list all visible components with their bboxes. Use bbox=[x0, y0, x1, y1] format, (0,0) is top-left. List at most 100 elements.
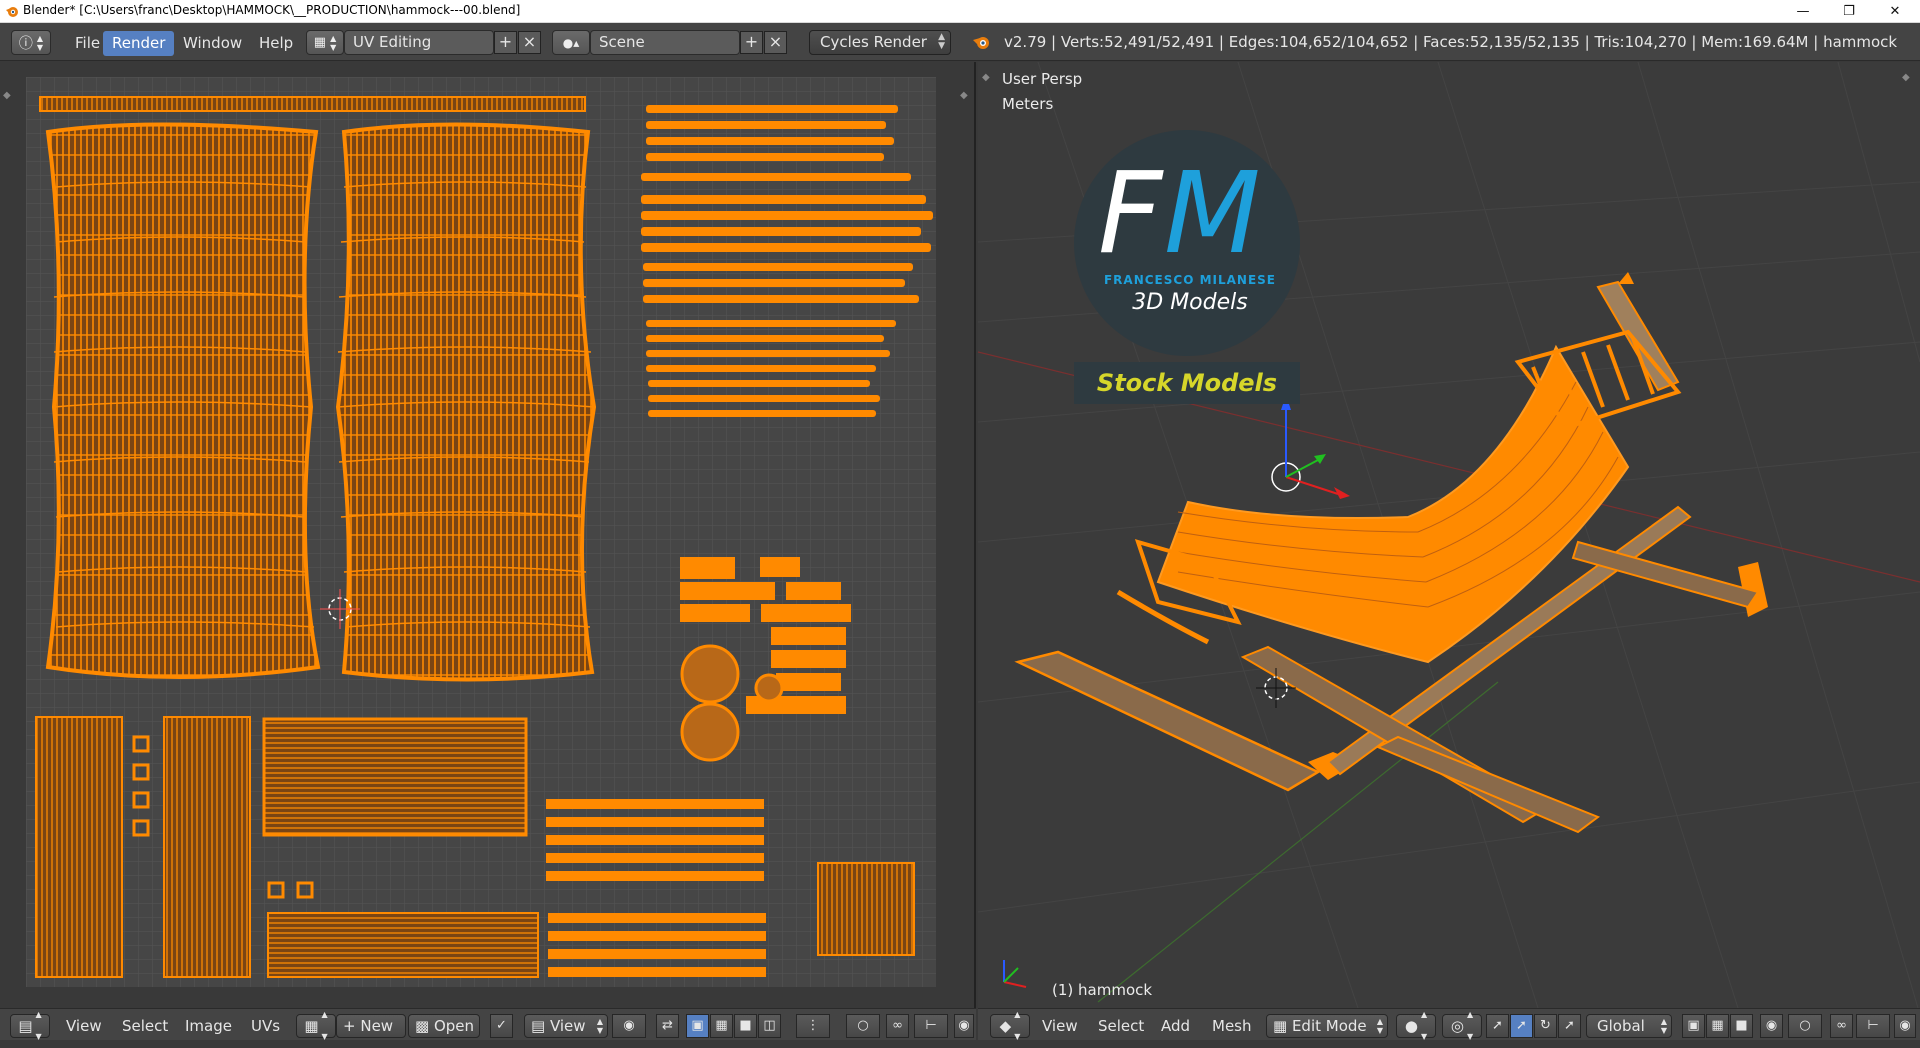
orientation-label: Global bbox=[1597, 1017, 1645, 1035]
3d-menu-mesh[interactable]: Mesh bbox=[1212, 1015, 1252, 1037]
render-engine-label: Cycles Render bbox=[820, 33, 927, 51]
sticky-selection-icon[interactable]: ⋮ bbox=[796, 1014, 830, 1038]
3d-menu-select[interactable]: Select bbox=[1098, 1015, 1144, 1037]
editor-type-image-icon[interactable]: ▤ ▲ ▼ bbox=[10, 1010, 50, 1041]
remove-scene-icon[interactable]: × bbox=[764, 31, 787, 54]
watermark-logo: F M FRANCESCO MILANESE 3D Models Stock M… bbox=[1074, 130, 1304, 404]
logo-author: FRANCESCO MILANESE bbox=[1103, 273, 1277, 287]
viewport-shading-icon[interactable]: ● ▲ ▼ bbox=[1396, 1010, 1436, 1041]
manipulator-toggle-icon[interactable]: ➚ bbox=[1486, 1014, 1509, 1038]
pivot-point-icon[interactable]: ◎ ▲ ▼ bbox=[1442, 1010, 1482, 1041]
edit-mode-icon: ▦ bbox=[1273, 1017, 1292, 1035]
mode-dropdown[interactable]: ▦ Edit Mode ▲ ▼ bbox=[1266, 1014, 1388, 1038]
logo-banner: Stock Models bbox=[1074, 362, 1300, 404]
face-select-icon[interactable]: ■ bbox=[734, 1014, 757, 1038]
proportional-edit-icon[interactable]: ○ bbox=[846, 1014, 880, 1038]
3d-menu-view[interactable]: View bbox=[1042, 1015, 1078, 1037]
scene-icon[interactable]: ●▴ bbox=[552, 30, 590, 55]
remove-screen-icon[interactable]: × bbox=[518, 31, 541, 54]
vertex-select-icon[interactable]: ▣ bbox=[686, 1014, 709, 1038]
y-axis-line bbox=[1097, 681, 1499, 1003]
close-icon[interactable]: ✕ bbox=[1872, 0, 1918, 22]
3d-viewport[interactable]: ◆ ◆ User Persp Meters (1) hammock F M FR… bbox=[978, 62, 1920, 1008]
new-image-button[interactable]: + New bbox=[336, 1014, 406, 1038]
vertex-select-mode-icon[interactable]: ▣ bbox=[1682, 1014, 1705, 1038]
editor-type-3d-icon[interactable]: ◆ ▲ ▼ bbox=[990, 1010, 1030, 1041]
rotate-manipulator-icon[interactable]: ↻ bbox=[1534, 1014, 1557, 1038]
uv-layout-canvas[interactable] bbox=[26, 77, 936, 987]
snap-toggle-icon[interactable]: ∞ bbox=[1830, 1014, 1853, 1038]
snap-element-icon[interactable]: ⊢ bbox=[914, 1014, 948, 1038]
restore-icon[interactable]: ❐ bbox=[1826, 0, 1872, 22]
window-title-bar: Blender* [C:\Users\franc\Desktop\HAMMOCK… bbox=[0, 0, 1920, 23]
menu-window[interactable]: Window bbox=[174, 31, 251, 56]
uv-island bbox=[45, 122, 321, 679]
occlude-geometry-icon[interactable]: ◉ bbox=[1760, 1014, 1783, 1038]
open-image-button[interactable]: ▩ Open bbox=[408, 1014, 480, 1038]
dropdown-arrows-icon: ▲ ▼ bbox=[1376, 1017, 1383, 1035]
uv-menu-uvs[interactable]: UVs bbox=[251, 1015, 280, 1037]
edge-select-icon[interactable]: ▦ bbox=[710, 1014, 733, 1038]
proportional-editing-icon[interactable]: ○ bbox=[1788, 1014, 1822, 1038]
uv-view-dropdown[interactable]: ▤ View ▲ ▼ bbox=[524, 1014, 608, 1038]
uv-island bbox=[35, 716, 123, 978]
dropdown-arrows-icon: ▲ ▼ bbox=[938, 32, 945, 51]
blender-logo-icon bbox=[973, 37, 989, 49]
pin-icon[interactable]: ✓ bbox=[490, 1014, 513, 1038]
uv-menu-select[interactable]: Select bbox=[122, 1015, 168, 1037]
new-image-label: New bbox=[360, 1017, 394, 1035]
3d-view-header: ◆ ▲ ▼ View Select Add Mesh ▦ Edit Mode ▲ ▼ ●… bbox=[978, 1008, 1920, 1041]
scale-manipulator-icon[interactable]: ➚ bbox=[1558, 1014, 1581, 1038]
view-icon: ▤ bbox=[531, 1017, 550, 1035]
sync-selection-icon[interactable]: ⇄ bbox=[656, 1014, 679, 1038]
transform-orientation-dropdown[interactable]: Global ▲ ▼ bbox=[1586, 1014, 1672, 1038]
image-browse-icon[interactable]: ▦ ▲ ▼ bbox=[296, 1010, 336, 1041]
region-expand-icon[interactable]: ◆ bbox=[1902, 72, 1912, 86]
snap-target-icon[interactable]: ⊢ bbox=[1856, 1014, 1890, 1038]
dropdown-arrows-icon: ▲ ▼ bbox=[596, 1017, 603, 1035]
menu-help[interactable]: Help bbox=[250, 31, 302, 56]
uv-menu-view[interactable]: View bbox=[66, 1015, 102, 1037]
region-expand-icon[interactable]: ◆ bbox=[3, 90, 13, 104]
uv-island bbox=[39, 96, 586, 112]
minimize-icon[interactable]: — bbox=[1780, 0, 1826, 22]
folder-icon: ▩ bbox=[415, 1017, 434, 1035]
face-select-mode-icon[interactable]: ■ bbox=[1730, 1014, 1753, 1038]
more-icon[interactable]: ◉ bbox=[954, 1014, 974, 1038]
render-engine-dropdown[interactable]: Cycles Render ▲ ▼ bbox=[809, 30, 951, 55]
island-select-icon[interactable]: ◫ bbox=[758, 1014, 781, 1038]
add-screen-icon[interactable]: + bbox=[494, 31, 517, 54]
uv-editor-header: ▤ ▲ ▼ View Select Image UVs ▦ ▲ ▼ + New ▩ Op… bbox=[0, 1008, 976, 1041]
uv-view-label: View bbox=[549, 1017, 586, 1035]
view-name-label: User Persp bbox=[1002, 70, 1083, 88]
more-3d-icon[interactable]: ◉ bbox=[1894, 1014, 1916, 1038]
units-label: Meters bbox=[1002, 95, 1054, 113]
screen-layout-field[interactable]: UV Editing bbox=[344, 30, 494, 55]
view-axis-icon bbox=[1003, 960, 1027, 988]
region-expand-icon[interactable]: ◆ bbox=[982, 72, 992, 86]
snap-icon[interactable]: ∞ bbox=[886, 1014, 909, 1038]
uv-island bbox=[262, 717, 528, 837]
screen-layout-icon[interactable]: ▦ ▲ ▼ bbox=[306, 30, 344, 55]
menu-render[interactable]: Render bbox=[103, 31, 175, 56]
uv-island bbox=[163, 716, 251, 978]
editor-type-info-icon[interactable]: ⓘ ▲ ▼ bbox=[11, 30, 51, 55]
scene-statistics: v2.79 | Verts:52,491/52,491 | Edges:104,… bbox=[1004, 33, 1898, 51]
uv-island bbox=[817, 862, 915, 956]
3d-menu-add[interactable]: Add bbox=[1161, 1015, 1190, 1037]
region-expand-icon[interactable]: ◆ bbox=[960, 90, 970, 104]
add-scene-icon[interactable]: + bbox=[740, 31, 763, 54]
uv-image-editor[interactable]: ◆ ◆ bbox=[0, 62, 976, 1008]
pivot-icon[interactable]: ◉ bbox=[612, 1014, 646, 1038]
translate-manipulator-icon[interactable]: ➚ bbox=[1510, 1014, 1533, 1038]
scene-field[interactable]: Scene bbox=[590, 30, 740, 55]
open-image-label: Open bbox=[433, 1017, 475, 1035]
uv-menu-image[interactable]: Image bbox=[185, 1015, 232, 1037]
logo-letter-m: M bbox=[1164, 149, 1261, 279]
transform-gizmo[interactable] bbox=[1271, 395, 1350, 499]
logo-letter-f: F bbox=[1098, 149, 1163, 279]
active-object-label: (1) hammock bbox=[1052, 981, 1153, 999]
dropdown-arrows-icon: ▲ ▼ bbox=[1660, 1017, 1667, 1035]
logo-subtitle: 3D Models bbox=[1132, 290, 1248, 315]
edge-select-mode-icon[interactable]: ▦ bbox=[1706, 1014, 1729, 1038]
